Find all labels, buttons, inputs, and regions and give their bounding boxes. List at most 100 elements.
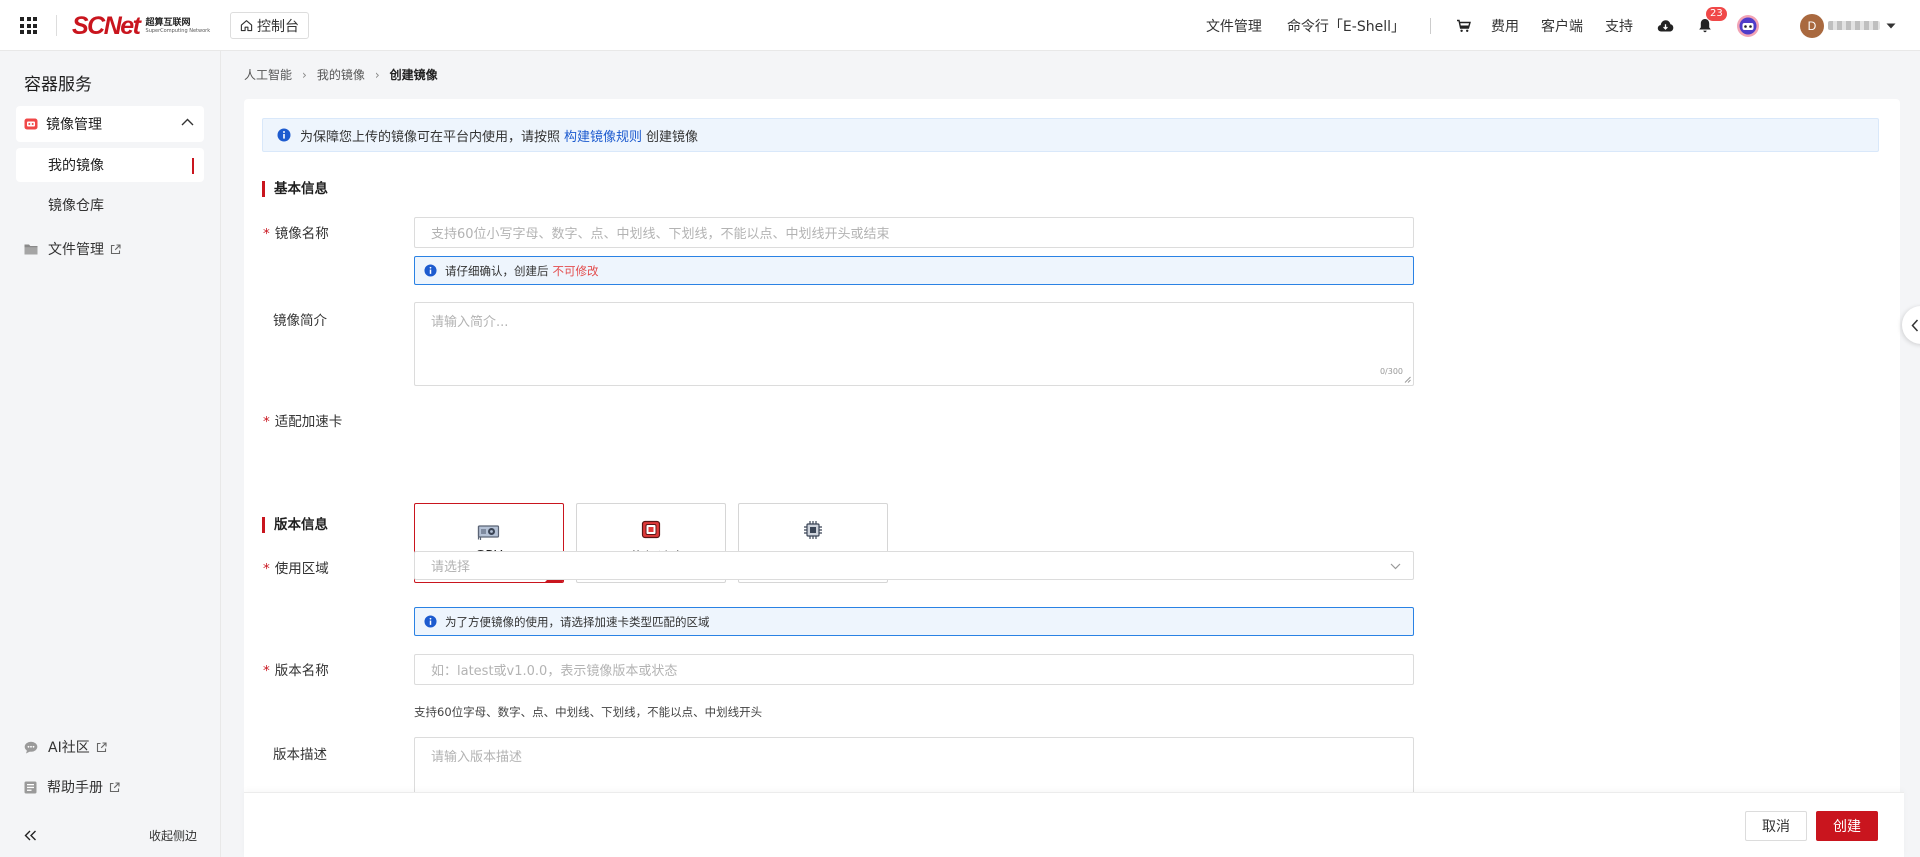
breadcrumb: 人工智能 › 我的镜像 › 创建镜像 — [244, 66, 438, 83]
sidebar-item-image-repo[interactable]: 镜像仓库 — [16, 188, 204, 222]
sidebar-item-label: 镜像仓库 — [48, 198, 104, 214]
caret-down-icon — [1886, 23, 1896, 28]
image-desc-placeholder: 请输入简介... — [431, 315, 509, 330]
notification-bell[interactable]: 23 — [1698, 7, 1727, 33]
required-mark: * — [263, 561, 270, 577]
top-nav: 文件管理 命令行「E-Shell」 费用 客户端 支持 23 D — [1206, 0, 1920, 51]
sidebar-group-image-manage[interactable]: 镜像管理 — [16, 106, 204, 142]
image-desc-textarea[interactable]: 请输入简介... 0/300 — [414, 302, 1414, 386]
console-button[interactable]: 控制台 — [230, 12, 309, 39]
breadcrumb-separator: › — [374, 67, 380, 82]
image-name-input[interactable]: 支持60位小写字母、数字、点、中划线、下划线，不能以点、中划线开头或结束 — [414, 217, 1414, 248]
nav-support[interactable]: 支持 — [1605, 16, 1633, 36]
cloud-download-icon[interactable] — [1657, 19, 1674, 33]
folder-icon — [24, 244, 38, 255]
double-chevron-left-icon — [24, 830, 36, 841]
image-desc-label-text: 镜像简介 — [273, 313, 327, 329]
image-name-placeholder: 支持60位小写字母、数字、点、中划线、下划线，不能以点、中划线开头或结束 — [431, 227, 890, 242]
chevron-left-icon — [1911, 318, 1919, 332]
expand-panel-handle[interactable] — [1902, 306, 1920, 344]
nav-eshell[interactable]: 命令行「E-Shell」 — [1287, 16, 1405, 36]
version-name-help: 支持60位字母、数字、点、中划线、下划线，不能以点、中划线开头 — [414, 705, 763, 719]
info-icon — [424, 615, 437, 628]
chevron-up-icon — [181, 118, 194, 126]
required-mark: * — [263, 226, 270, 242]
char-counter: 0/300 — [1379, 367, 1403, 376]
section-basic-info: 基本信息 — [262, 181, 328, 197]
version-desc-label-text: 版本描述 — [273, 747, 327, 763]
top-bar: SCNet 超算互联网 SuperComputing Network 控制台 文… — [0, 0, 1920, 51]
avatar: D — [1800, 13, 1824, 38]
collapse-sidebar-button[interactable]: 收起侧边 — [0, 814, 221, 857]
nav-fees[interactable]: 费用 — [1491, 16, 1519, 36]
sidebar-title: 容器服务 — [24, 75, 92, 95]
version-desc-placeholder: 请输入版本描述 — [431, 750, 523, 765]
sidebar-file-manage[interactable]: 文件管理 — [24, 239, 121, 259]
book-icon — [24, 781, 37, 793]
chip-icon — [641, 520, 661, 539]
sidebar: 容器服务 镜像管理 我的镜像 镜像仓库 文件管理 AI社区 帮助手册 收起侧边 — [0, 51, 221, 857]
sidebar-group-label: 镜像管理 — [46, 117, 102, 133]
logo-text: SCNet — [72, 11, 141, 40]
nav-file-manage[interactable]: 文件管理 — [1206, 16, 1262, 36]
image-name-hint: 请仔细确认，创建后 不可修改 — [414, 256, 1414, 285]
chat-bubble-icon — [24, 741, 38, 753]
logo-cn: 超算互联网 — [145, 17, 191, 28]
version-name-label: * 版本名称 — [263, 659, 329, 679]
scnet-logo[interactable]: SCNet 超算互联网 SuperComputing Network — [72, 12, 210, 40]
accelerator-label: * 适配加速卡 — [263, 410, 342, 430]
hint-warning-text: 不可修改 — [552, 263, 599, 278]
region-hint-text: 为了方便镜像的使用，请选择加速卡类型匹配的区域 — [445, 614, 710, 629]
image-name-label: * 镜像名称 — [263, 222, 329, 242]
hint-text: 请仔细确认，创建后 — [445, 263, 549, 278]
collapse-label: 收起侧边 — [148, 829, 197, 843]
create-button[interactable]: 创建 — [1816, 811, 1878, 841]
image-name-label-text: 镜像名称 — [274, 226, 329, 242]
username-redacted — [1828, 21, 1880, 30]
accelerator-label-text: 适配加速卡 — [274, 414, 343, 430]
breadcrumb-separator: › — [302, 67, 307, 82]
app-grid-icon[interactable] — [20, 17, 37, 34]
notification-badge: 23 — [1706, 7, 1727, 21]
image-desc-label: 镜像简介 — [263, 309, 327, 329]
breadcrumb-ai[interactable]: 人工智能 — [244, 66, 292, 83]
breadcrumb-my-images[interactable]: 我的镜像 — [317, 66, 365, 83]
console-label: 控制台 — [257, 18, 299, 35]
sidebar-file-manage-label: 文件管理 — [48, 242, 104, 258]
cpu-icon — [804, 520, 822, 539]
section-version-info: 版本信息 — [262, 517, 328, 533]
user-menu[interactable]: D — [1800, 13, 1896, 38]
nav-client[interactable]: 客户端 — [1541, 16, 1583, 36]
info-icon — [277, 128, 291, 142]
sidebar-item-label: 我的镜像 — [48, 158, 104, 174]
external-link-icon — [96, 741, 107, 752]
home-icon — [240, 20, 253, 32]
sidebar-help-manual[interactable]: 帮助手册 — [24, 777, 120, 797]
gpu-icon — [477, 524, 500, 540]
notice-text-prefix: 为保障您上传的镜像可在平台内使用，请按照 — [300, 129, 561, 145]
required-mark: * — [263, 663, 270, 679]
resize-handle-icon[interactable] — [1404, 376, 1411, 383]
version-name-input[interactable]: 如：latest或v1.0.0，表示镜像版本或状态 — [414, 654, 1414, 685]
cart-icon[interactable] — [1456, 19, 1471, 33]
nav-divider — [1430, 17, 1431, 34]
cancel-button[interactable]: 取消 — [1745, 811, 1807, 841]
version-name-placeholder: 如：latest或v1.0.0，表示镜像版本或状态 — [431, 664, 678, 679]
chevron-down-icon — [1390, 563, 1401, 570]
sidebar-ai-community-label: AI社区 — [48, 740, 90, 756]
region-select[interactable]: 请选择 — [414, 551, 1414, 580]
sidebar-item-my-images[interactable]: 我的镜像 — [16, 148, 204, 182]
create-image-form: 为保障您上传的镜像可在平台内使用，请按照 构建镜像规则 创建镜像 基本信息 * 镜… — [244, 99, 1900, 857]
version-desc-label: 版本描述 — [263, 743, 327, 763]
external-link-icon — [110, 243, 121, 254]
notice-text-suffix: 创建镜像 — [646, 129, 699, 145]
breadcrumb-current: 创建镜像 — [389, 68, 438, 82]
sidebar-ai-community[interactable]: AI社区 — [24, 737, 107, 757]
logo-en: SuperComputing Network — [145, 27, 211, 34]
external-link-icon — [109, 781, 120, 792]
assistant-robot-icon[interactable] — [1736, 14, 1760, 38]
region-hint: 为了方便镜像的使用，请选择加速卡类型匹配的区域 — [414, 607, 1414, 636]
image-manage-icon — [24, 118, 38, 130]
build-rules-link[interactable]: 构建镜像规则 — [564, 126, 642, 145]
region-label: * 使用区域 — [263, 557, 329, 577]
